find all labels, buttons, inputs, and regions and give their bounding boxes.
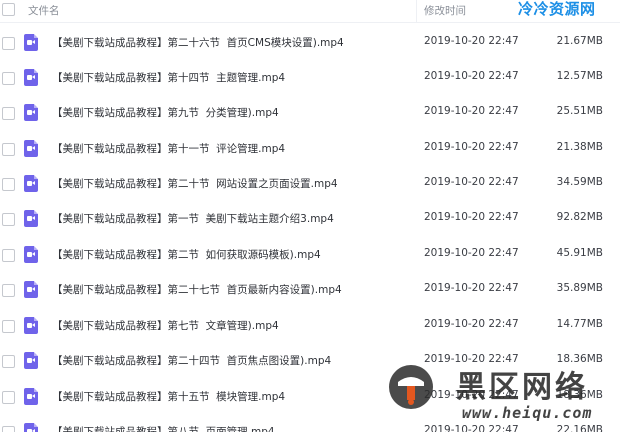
video-file-icon	[24, 388, 38, 405]
file-name[interactable]: 【美剧下载站成品教程】第七节 文章管理).mp4	[52, 318, 279, 333]
video-file-icon	[24, 317, 38, 334]
file-row[interactable]: 【美剧下载站成品教程】第一节 美剧下载站主题介绍3.mp4 2019-10-20…	[0, 201, 620, 236]
row-checkbox[interactable]	[2, 178, 15, 191]
file-size: 21.67MB	[556, 35, 603, 47]
file-size: 14.77MB	[556, 318, 603, 330]
row-checkbox[interactable]	[2, 320, 15, 333]
video-file-icon	[24, 246, 38, 263]
file-size: 92.82MB	[556, 211, 603, 223]
file-name[interactable]: 【美剧下载站成品教程】第八节 页面管理.mp4	[52, 424, 275, 432]
video-file-icon	[24, 210, 38, 227]
row-checkbox[interactable]	[2, 355, 15, 368]
video-file-icon	[24, 34, 38, 51]
file-list-window: 文件名 修改时间 冷冷资源网 【美剧下载站成品教程】第二十六节 首页CMS模块设…	[0, 0, 620, 432]
file-name[interactable]: 【美剧下载站成品教程】第九节 分类管理).mp4	[52, 105, 279, 120]
heiqu-logo-icon	[389, 365, 433, 409]
row-checkbox[interactable]	[2, 249, 15, 262]
file-modified-time: 2019-10-20 22:47	[424, 35, 519, 47]
file-row[interactable]: 【美剧下载站成品教程】第十一节 评论管理.mp4 2019-10-20 22:4…	[0, 131, 620, 166]
file-name[interactable]: 【美剧下载站成品教程】第二十节 网站设置之页面设置.mp4	[52, 176, 338, 191]
select-all-checkbox[interactable]	[2, 3, 15, 16]
file-row[interactable]: 【美剧下载站成品教程】第二节 如何获取源码模板).mp4 2019-10-20 …	[0, 237, 620, 272]
row-checkbox[interactable]	[2, 213, 15, 226]
row-checkbox[interactable]	[2, 426, 15, 432]
watermark-top-right: 冷冷资源网	[518, 0, 596, 18]
video-file-icon	[24, 140, 38, 157]
video-file-icon	[24, 352, 38, 369]
file-modified-time: 2019-10-20 22:47	[424, 105, 519, 117]
file-size: 21.38MB	[556, 141, 603, 153]
file-row[interactable]: 【美剧下载站成品教程】第二十六节 首页CMS模块设置).mp4 2019-10-…	[0, 25, 620, 60]
file-name[interactable]: 【美剧下载站成品教程】第二十六节 首页CMS模块设置).mp4	[52, 35, 344, 50]
file-row[interactable]: 【美剧下载站成品教程】第九节 分类管理).mp4 2019-10-20 22:4…	[0, 95, 620, 130]
video-file-icon	[24, 423, 38, 432]
row-checkbox[interactable]	[2, 37, 15, 50]
file-size: 45.91MB	[556, 247, 603, 259]
column-header-filename[interactable]: 文件名	[28, 3, 60, 18]
file-modified-time: 2019-10-20 22:47	[424, 176, 519, 188]
file-row[interactable]: 【美剧下载站成品教程】第十四节 主题管理.mp4 2019-10-20 22:4…	[0, 60, 620, 95]
file-size: 34.59MB	[556, 176, 603, 188]
file-name[interactable]: 【美剧下载站成品教程】第十一节 评论管理.mp4	[52, 141, 285, 156]
file-modified-time: 2019-10-20 22:47	[424, 318, 519, 330]
watermark-bottom-right: 黑区网络 www.heiqu.com	[384, 362, 620, 432]
list-header: 文件名 修改时间 冷冷资源网	[0, 0, 620, 23]
column-divider[interactable]	[416, 0, 417, 22]
file-name[interactable]: 【美剧下载站成品教程】第十五节 模块管理.mp4	[52, 389, 285, 404]
row-checkbox[interactable]	[2, 391, 15, 404]
file-modified-time: 2019-10-20 22:47	[424, 211, 519, 223]
row-checkbox[interactable]	[2, 143, 15, 156]
file-row[interactable]: 【美剧下载站成品教程】第二十节 网站设置之页面设置.mp4 2019-10-20…	[0, 166, 620, 201]
file-name[interactable]: 【美剧下载站成品教程】第一节 美剧下载站主题介绍3.mp4	[52, 211, 334, 226]
video-file-icon	[24, 69, 38, 86]
file-row[interactable]: 【美剧下载站成品教程】第七节 文章管理).mp4 2019-10-20 22:4…	[0, 308, 620, 343]
file-name[interactable]: 【美剧下载站成品教程】第二十七节 首页最新内容设置).mp4	[52, 282, 342, 297]
file-name[interactable]: 【美剧下载站成品教程】第二节 如何获取源码模板).mp4	[52, 247, 321, 262]
file-modified-time: 2019-10-20 22:47	[424, 141, 519, 153]
watermark-url-text: www.heiqu.com	[462, 404, 593, 422]
row-checkbox[interactable]	[2, 107, 15, 120]
video-file-icon	[24, 281, 38, 298]
row-checkbox[interactable]	[2, 72, 15, 85]
file-row[interactable]: 【美剧下载站成品教程】第二十七节 首页最新内容设置).mp4 2019-10-2…	[0, 272, 620, 307]
file-name[interactable]: 【美剧下载站成品教程】第二十四节 首页焦点图设置).mp4	[52, 353, 331, 368]
row-checkbox[interactable]	[2, 284, 15, 297]
file-size: 12.57MB	[556, 70, 603, 82]
file-modified-time: 2019-10-20 22:47	[424, 70, 519, 82]
video-file-icon	[24, 104, 38, 121]
file-modified-time: 2019-10-20 22:47	[424, 247, 519, 259]
video-file-icon	[24, 175, 38, 192]
watermark-brand-text: 黑区网络	[456, 370, 588, 405]
column-header-modified-time[interactable]: 修改时间	[424, 3, 466, 18]
file-size: 35.89MB	[556, 282, 603, 294]
file-name[interactable]: 【美剧下载站成品教程】第十四节 主题管理.mp4	[52, 70, 285, 85]
file-modified-time: 2019-10-20 22:47	[424, 282, 519, 294]
file-size: 25.51MB	[556, 105, 603, 117]
